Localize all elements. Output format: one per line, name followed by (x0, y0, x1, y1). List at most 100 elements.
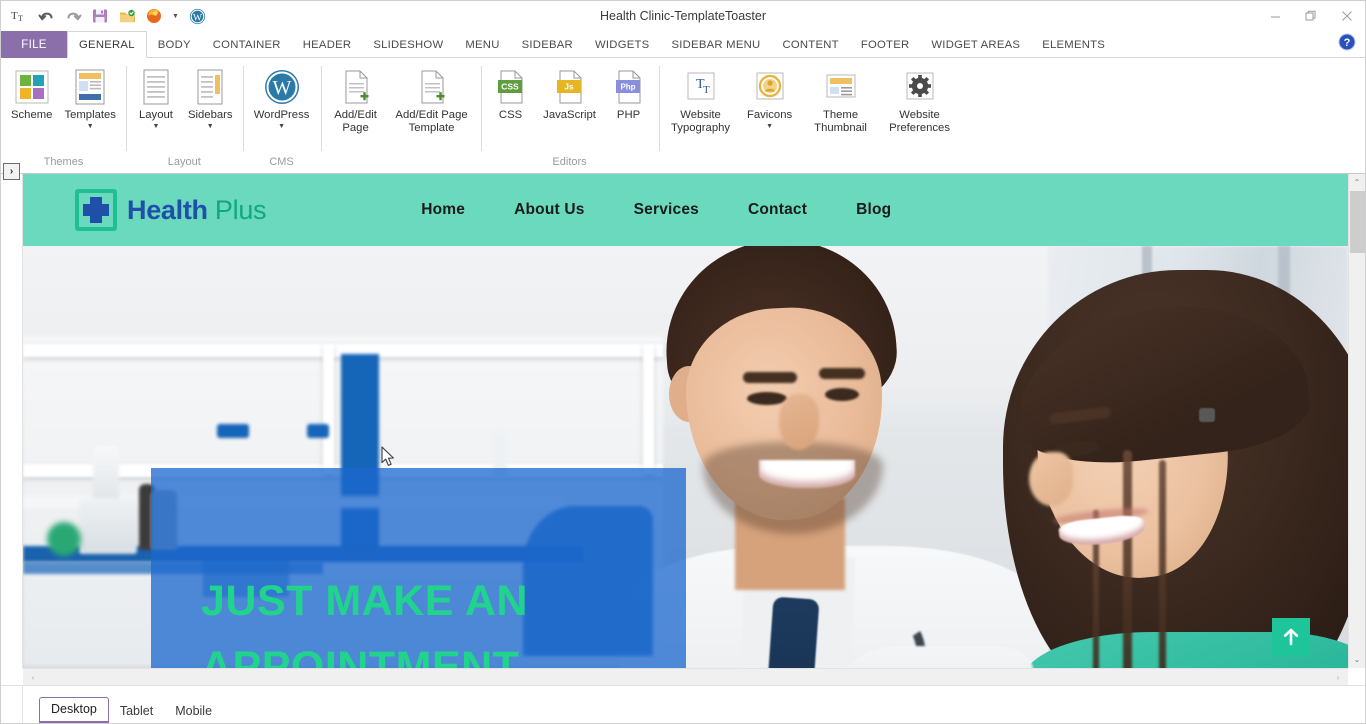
tab-sidebar[interactable]: SIDEBAR (511, 31, 584, 58)
ribbon-group-layout: Layout ▼ Sidebars ▼ Layout (125, 62, 243, 173)
device-tab-mobile[interactable]: Mobile (164, 700, 223, 723)
add-edit-page-button[interactable]: Add/Edit Page (325, 64, 387, 135)
save-icon[interactable] (90, 6, 110, 26)
scroll-right-arrow[interactable]: › (1331, 673, 1345, 682)
text-tool-icon[interactable]: T T (9, 6, 29, 26)
templates-label: Templates (64, 109, 116, 121)
nav-item-contact[interactable]: Contact (748, 201, 807, 219)
open-folder-icon[interactable] (117, 6, 137, 26)
website-typography-label: Website Typography (671, 109, 731, 134)
arrow-up-icon (1283, 628, 1299, 646)
svg-text:?: ? (1344, 37, 1351, 49)
scroll-down-arrow[interactable]: ⌄ (1349, 651, 1365, 668)
vertical-scroll-track[interactable] (1349, 191, 1365, 651)
site-logo-text: Health Plus (127, 194, 267, 226)
tab-footer[interactable]: FOOTER (850, 31, 921, 58)
wordpress-button[interactable]: W WordPress ▼ (247, 64, 317, 131)
close-button[interactable] (1329, 1, 1365, 31)
sidebars-label: Sidebars (187, 109, 233, 121)
svg-text:T: T (703, 84, 710, 96)
javascript-file-icon: Js (554, 67, 586, 107)
tab-general[interactable]: GENERAL (67, 31, 147, 58)
window-controls (1257, 1, 1365, 31)
scroll-left-arrow[interactable]: ‹ (26, 673, 40, 682)
tab-widget-areas[interactable]: WIDGET AREAS (920, 31, 1031, 58)
svg-text:T: T (18, 14, 23, 23)
sidebars-button[interactable]: Sidebars ▼ (182, 64, 239, 131)
device-tab-tablet[interactable]: Tablet (109, 700, 164, 723)
theme-thumbnail-label: Theme Thumbnail (814, 109, 867, 134)
php-file-icon: Php (613, 67, 645, 107)
help-button[interactable]: ? (1338, 33, 1358, 53)
website-preferences-button[interactable]: Website Preferences (881, 64, 959, 135)
templatetoaster-window: T T ▼ W Health Clinic-TemplateToaster FI… (0, 0, 1366, 724)
theme-thumbnail-button[interactable]: Theme Thumbnail (801, 64, 881, 135)
tab-widgets[interactable]: WIDGETS (584, 31, 660, 58)
canvas-vertical-scrollbar[interactable]: ⌃ ⌄ (1348, 174, 1365, 668)
templates-dropdown-caret-icon[interactable]: ▼ (87, 123, 94, 131)
group-title-layout: Layout (167, 156, 201, 168)
website-typography-button[interactable]: T T Website Typography (663, 64, 739, 135)
tab-elements[interactable]: ELEMENTS (1031, 31, 1116, 58)
wordpress-dropdown-caret-icon[interactable]: ▼ (278, 123, 285, 131)
nav-item-blog[interactable]: Blog (856, 201, 891, 219)
nav-item-home[interactable]: Home (421, 201, 465, 219)
canvas-horizontal-scrollbar[interactable]: ‹ › (23, 668, 1348, 685)
layout-button[interactable]: Layout ▼ (130, 64, 182, 131)
website-preview-canvas[interactable]: Health Plus Home About Us Services Conta… (23, 174, 1348, 668)
scroll-to-top-button[interactable] (1272, 618, 1310, 656)
design-workarea: › Health Plus Home About Us Services Con… (1, 163, 1365, 668)
ribbon-group-cms: W WordPress ▼ CMS (242, 62, 321, 173)
tab-menu[interactable]: MENU (454, 31, 510, 58)
tab-sidebar-menu[interactable]: SIDEBAR MENU (660, 31, 771, 58)
favicons-dropdown-caret-icon[interactable]: ▼ (766, 123, 773, 131)
site-logo[interactable]: Health Plus (75, 189, 267, 231)
scheme-button[interactable]: Scheme (5, 64, 58, 122)
tab-header[interactable]: HEADER (292, 31, 363, 58)
medical-cross-logo-icon (75, 189, 117, 231)
favicons-label: Favicons (746, 109, 793, 121)
add-edit-page-icon (340, 67, 372, 107)
hero-slideshow[interactable]: JUST MAKE AN APPOINTMENT (23, 246, 1348, 668)
redo-icon[interactable] (63, 6, 83, 26)
svg-text:W: W (272, 77, 291, 99)
browser-dropdown-caret-icon[interactable]: ▼ (171, 6, 180, 26)
tab-body[interactable]: BODY (147, 31, 202, 58)
theme-thumbnail-icon (824, 67, 858, 107)
site-header[interactable]: Health Plus Home About Us Services Conta… (23, 174, 1348, 246)
nav-item-services[interactable]: Services (634, 201, 699, 219)
php-editor-button[interactable]: Php PHP (603, 64, 655, 122)
add-edit-page-template-button[interactable]: Add/Edit Page Template (387, 64, 477, 135)
typography-icon: T T (684, 67, 718, 107)
css-editor-button[interactable]: CSS CSS (485, 64, 537, 122)
scroll-up-arrow[interactable]: ⌃ (1349, 174, 1365, 191)
favicons-icon (753, 67, 787, 107)
javascript-editor-label: JavaScript (543, 109, 596, 121)
quick-access-toolbar: T T ▼ W (1, 1, 207, 31)
ribbon-panel: Scheme Templates ▼ Themes Layout ▼ Sideb… (1, 58, 1365, 174)
device-tab-desktop[interactable]: Desktop (39, 697, 109, 723)
layout-label: Layout (138, 109, 173, 121)
nav-item-about-us[interactable]: About Us (514, 201, 584, 219)
restore-button[interactable] (1293, 1, 1329, 31)
group-title-editors: Editors (552, 156, 587, 168)
expand-panel-button[interactable]: › (3, 163, 20, 180)
sidebars-icon (194, 67, 226, 107)
group-title-cms: CMS (269, 156, 294, 168)
layout-dropdown-caret-icon[interactable]: ▼ (152, 123, 159, 131)
undo-icon[interactable] (36, 6, 56, 26)
templates-button[interactable]: Templates ▼ (58, 64, 122, 131)
tab-file[interactable]: FILE (1, 31, 67, 58)
javascript-editor-button[interactable]: Js JavaScript (537, 64, 603, 122)
logo-primary-text: Health (127, 194, 208, 225)
sidebars-dropdown-caret-icon[interactable]: ▼ (207, 123, 214, 131)
tab-slideshow[interactable]: SLIDESHOW (362, 31, 454, 58)
css-file-icon: CSS (495, 67, 527, 107)
tab-container[interactable]: CONTAINER (202, 31, 292, 58)
tab-content[interactable]: CONTENT (771, 31, 849, 58)
wordpress-export-icon[interactable]: W (187, 6, 207, 26)
firefox-preview-icon[interactable] (144, 6, 164, 26)
minimize-button[interactable] (1257, 1, 1293, 31)
favicons-button[interactable]: Favicons ▼ (739, 64, 801, 131)
vertical-scroll-thumb[interactable] (1350, 191, 1365, 253)
